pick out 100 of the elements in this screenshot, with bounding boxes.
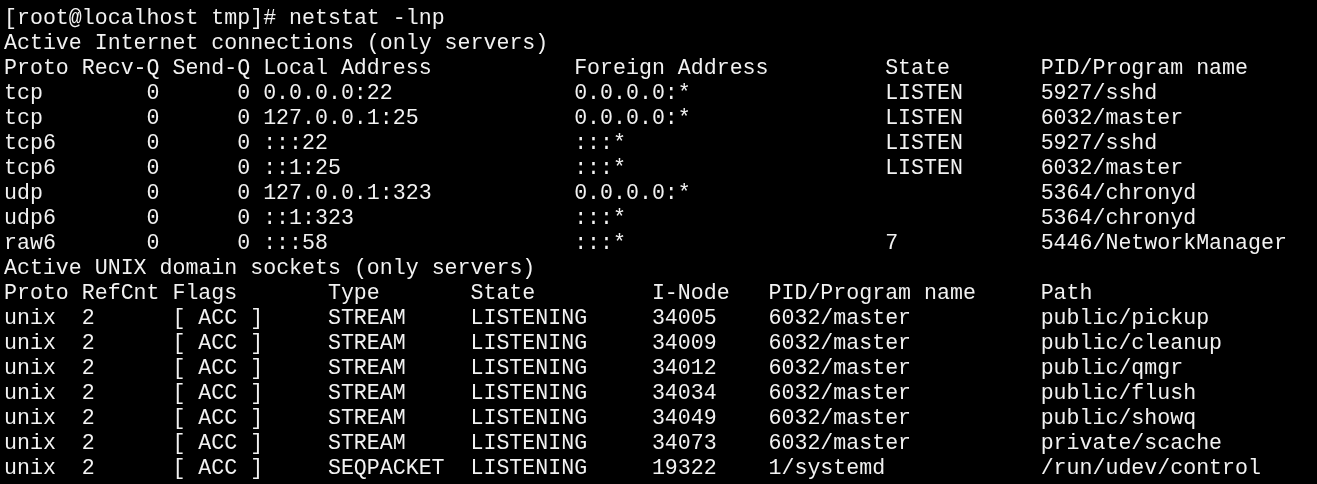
- table-cell-text: 6032/master: [768, 306, 913, 331]
- table-cell-text: [ ACC ]: [172, 356, 265, 381]
- table-cell-text: [ ACC ]: [172, 331, 265, 356]
- table-cell-text: 0.0.0.0:*: [574, 106, 692, 131]
- table-cell-text: tcp6: [4, 156, 57, 181]
- table-cell-text: 2: [81, 331, 96, 356]
- table-cell-text: LISTENING: [470, 306, 589, 331]
- table-cell-text: LISTEN: [885, 131, 964, 156]
- table-cell-text: 0.0.0.0:22: [263, 81, 394, 106]
- column-header: Path: [1040, 281, 1094, 306]
- table-cell-text: :::*: [574, 156, 627, 181]
- table-cell-text: unix: [4, 331, 57, 356]
- table-cell-text: [ ACC ]: [172, 306, 265, 331]
- table-cell-text: LISTENING: [470, 431, 589, 456]
- table-cell-text: unix: [4, 306, 57, 331]
- table-cell-text: 0: [145, 206, 160, 231]
- table-cell-text: unix: [4, 456, 57, 481]
- table-cell-text: 5446/NetworkManager: [1040, 231, 1288, 256]
- table-cell-text: udp: [4, 181, 44, 206]
- table-cell-text: 0: [145, 131, 160, 156]
- table-cell-text: STREAM: [327, 381, 407, 406]
- table-cell-text: 2: [81, 431, 96, 456]
- table-cell-text: udp6: [4, 206, 57, 231]
- table-cell-text: 0: [236, 81, 251, 106]
- table-cell-text: 6032/master: [1040, 106, 1185, 131]
- table-cell-text: 0: [236, 106, 251, 131]
- table-cell-text: :::58: [263, 231, 329, 256]
- table-cell-text: public/showq: [1040, 406, 1198, 431]
- column-header: Local Address: [263, 56, 433, 81]
- table-cell-text: 6032/master: [768, 331, 913, 356]
- table-cell-text: ::1:323: [263, 206, 355, 231]
- table-cell-text: STREAM: [327, 306, 407, 331]
- table-cell-text: 0: [236, 156, 251, 181]
- table-cell-text: LISTENING: [470, 456, 589, 481]
- column-header: Recv-Q: [81, 56, 160, 81]
- table-cell-text: 5927/sshd: [1040, 81, 1159, 106]
- table-cell-text: raw6: [4, 231, 57, 256]
- table-cell-text: 34049: [651, 406, 718, 431]
- column-header: I-Node: [651, 281, 731, 306]
- table-cell-text: /run/udev/control: [1040, 456, 1262, 481]
- table-cell-text: LISTENING: [470, 356, 589, 381]
- table-cell-text: 34005: [651, 306, 718, 331]
- table-cell-text: STREAM: [327, 406, 407, 431]
- table-cell-text: 0: [236, 231, 251, 256]
- table-cell-text: 6032/master: [768, 356, 913, 381]
- table-cell-text: 127.0.0.1:25: [263, 106, 420, 131]
- table-cell-text: tcp6: [4, 131, 57, 156]
- table-cell-text: 0: [145, 181, 160, 206]
- column-header: Flags: [172, 281, 239, 306]
- table-cell-text: 2: [81, 381, 96, 406]
- table-cell-text: LISTENING: [470, 406, 589, 431]
- column-header: PID/Program name: [768, 281, 977, 306]
- table-cell-text: [ ACC ]: [172, 456, 265, 481]
- table-cell-text: 19322: [651, 456, 718, 481]
- table-cell-text: 6032/master: [768, 431, 913, 456]
- table-cell-text: LISTEN: [885, 106, 964, 131]
- table-cell-text: 0: [145, 156, 160, 181]
- table-cell-text: public/cleanup: [1040, 331, 1224, 356]
- table-cell-text: SEQPACKET: [327, 456, 446, 481]
- column-header: Proto: [4, 281, 70, 306]
- table-cell-text: STREAM: [327, 356, 407, 381]
- column-header: State: [885, 56, 951, 81]
- table-cell-text: public/flush: [1040, 381, 1198, 406]
- table-cell-text: [ ACC ]: [172, 431, 265, 456]
- table-cell-text: 6032/master: [768, 381, 913, 406]
- table-cell-text: unix: [4, 381, 57, 406]
- table-cell-text: 34034: [651, 381, 718, 406]
- column-header: Proto: [4, 56, 70, 81]
- column-header: PID/Program name: [1040, 56, 1249, 81]
- table-cell-text: :::22: [263, 131, 329, 156]
- table-cell-text: 2: [81, 356, 96, 381]
- table-cell-text: 6032/master: [768, 406, 913, 431]
- table-cell-text: private/scache: [1040, 431, 1224, 456]
- column-header: Type: [327, 281, 381, 306]
- table-cell-text: 127.0.0.1:323: [263, 181, 433, 206]
- table-cell-text: :::*: [574, 206, 627, 231]
- table-cell-text: public/pickup: [1040, 306, 1211, 331]
- column-header: RefCnt: [81, 281, 161, 306]
- table-cell-text: 6032/master: [1040, 156, 1185, 181]
- table-cell-text: :::*: [574, 231, 627, 256]
- section-heading: Active UNIX domain sockets (only servers): [4, 256, 536, 280]
- table-cell-text: LISTEN: [885, 156, 964, 181]
- table-cell-text: :::*: [574, 131, 627, 156]
- table-cell-text: unix: [4, 406, 57, 431]
- table-cell-text: 5927/sshd: [1040, 131, 1159, 156]
- table-cell-text: 0: [145, 106, 160, 131]
- table-cell-text: tcp: [4, 106, 44, 131]
- section-heading: Active Internet connections (only servers): [4, 31, 549, 55]
- table-cell-text: ::1:25: [263, 156, 342, 181]
- table-cell-text: 7: [885, 231, 900, 256]
- table-cell-text: STREAM: [327, 431, 407, 456]
- table-cell-text: LISTENING: [470, 331, 589, 356]
- table-cell-text: 5364/chronyd: [1040, 181, 1198, 206]
- table-cell-text: [ ACC ]: [172, 406, 265, 431]
- table-cell-text: 0: [236, 131, 251, 156]
- table-cell-text: public/qmgr: [1040, 356, 1185, 381]
- command-line: [root@localhost tmp]# netstat -lnp: [4, 6, 445, 30]
- table-cell-text: 0: [145, 231, 160, 256]
- table-cell-text: STREAM: [327, 331, 407, 356]
- table-cell-text: 0.0.0.0:*: [574, 181, 692, 206]
